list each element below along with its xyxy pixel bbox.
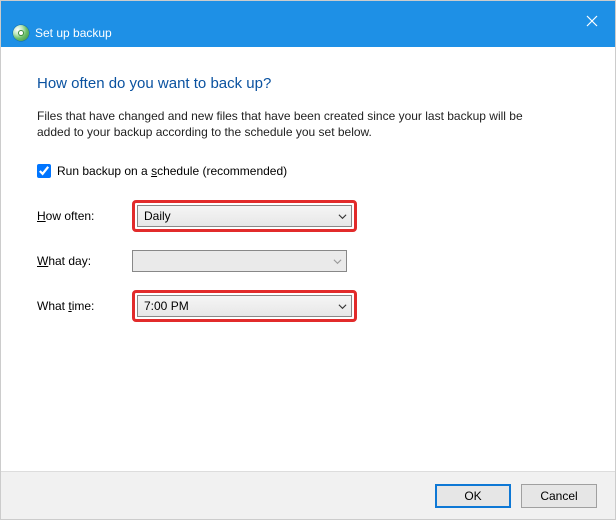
combo-what-time[interactable]: 7:00 PM	[137, 295, 352, 317]
backup-disc-icon	[13, 25, 29, 41]
intro-text: Files that have changed and new files th…	[37, 108, 557, 140]
combo-how-often[interactable]: Daily	[137, 205, 352, 227]
chevron-down-icon	[333, 257, 342, 266]
schedule-checkbox-row[interactable]: Run backup on a schedule (recommended)	[37, 164, 579, 178]
chevron-down-icon	[338, 212, 347, 221]
button-bar: OK Cancel	[1, 471, 615, 519]
chevron-down-icon	[338, 302, 347, 311]
label-what-day: What day:	[37, 254, 132, 268]
label-what-time: What time:	[37, 299, 132, 313]
highlight-what-time: 7:00 PM	[132, 290, 357, 322]
ok-button[interactable]: OK	[435, 484, 511, 508]
label-how-often: How often:	[37, 209, 132, 223]
row-what-time: What time: 7:00 PM	[37, 290, 579, 322]
highlight-how-often: Daily	[132, 200, 357, 232]
combo-what-day	[132, 250, 347, 272]
schedule-checkbox-label: Run backup on a schedule (recommended)	[57, 164, 287, 178]
combo-what-time-value: 7:00 PM	[144, 299, 189, 313]
combo-how-often-value: Daily	[144, 209, 171, 223]
schedule-checkbox[interactable]	[37, 164, 51, 178]
cancel-button[interactable]: Cancel	[521, 484, 597, 508]
title-bar: Set up backup	[1, 1, 615, 47]
row-how-often: How often: Daily	[37, 200, 579, 232]
row-what-day: What day:	[37, 250, 579, 272]
window-title: Set up backup	[35, 26, 112, 40]
close-button[interactable]	[569, 5, 615, 37]
window-title-row: Set up backup	[13, 25, 112, 41]
content-area: How often do you want to back up? Files …	[1, 47, 615, 471]
page-heading: How often do you want to back up?	[37, 75, 579, 92]
close-icon	[586, 15, 598, 27]
